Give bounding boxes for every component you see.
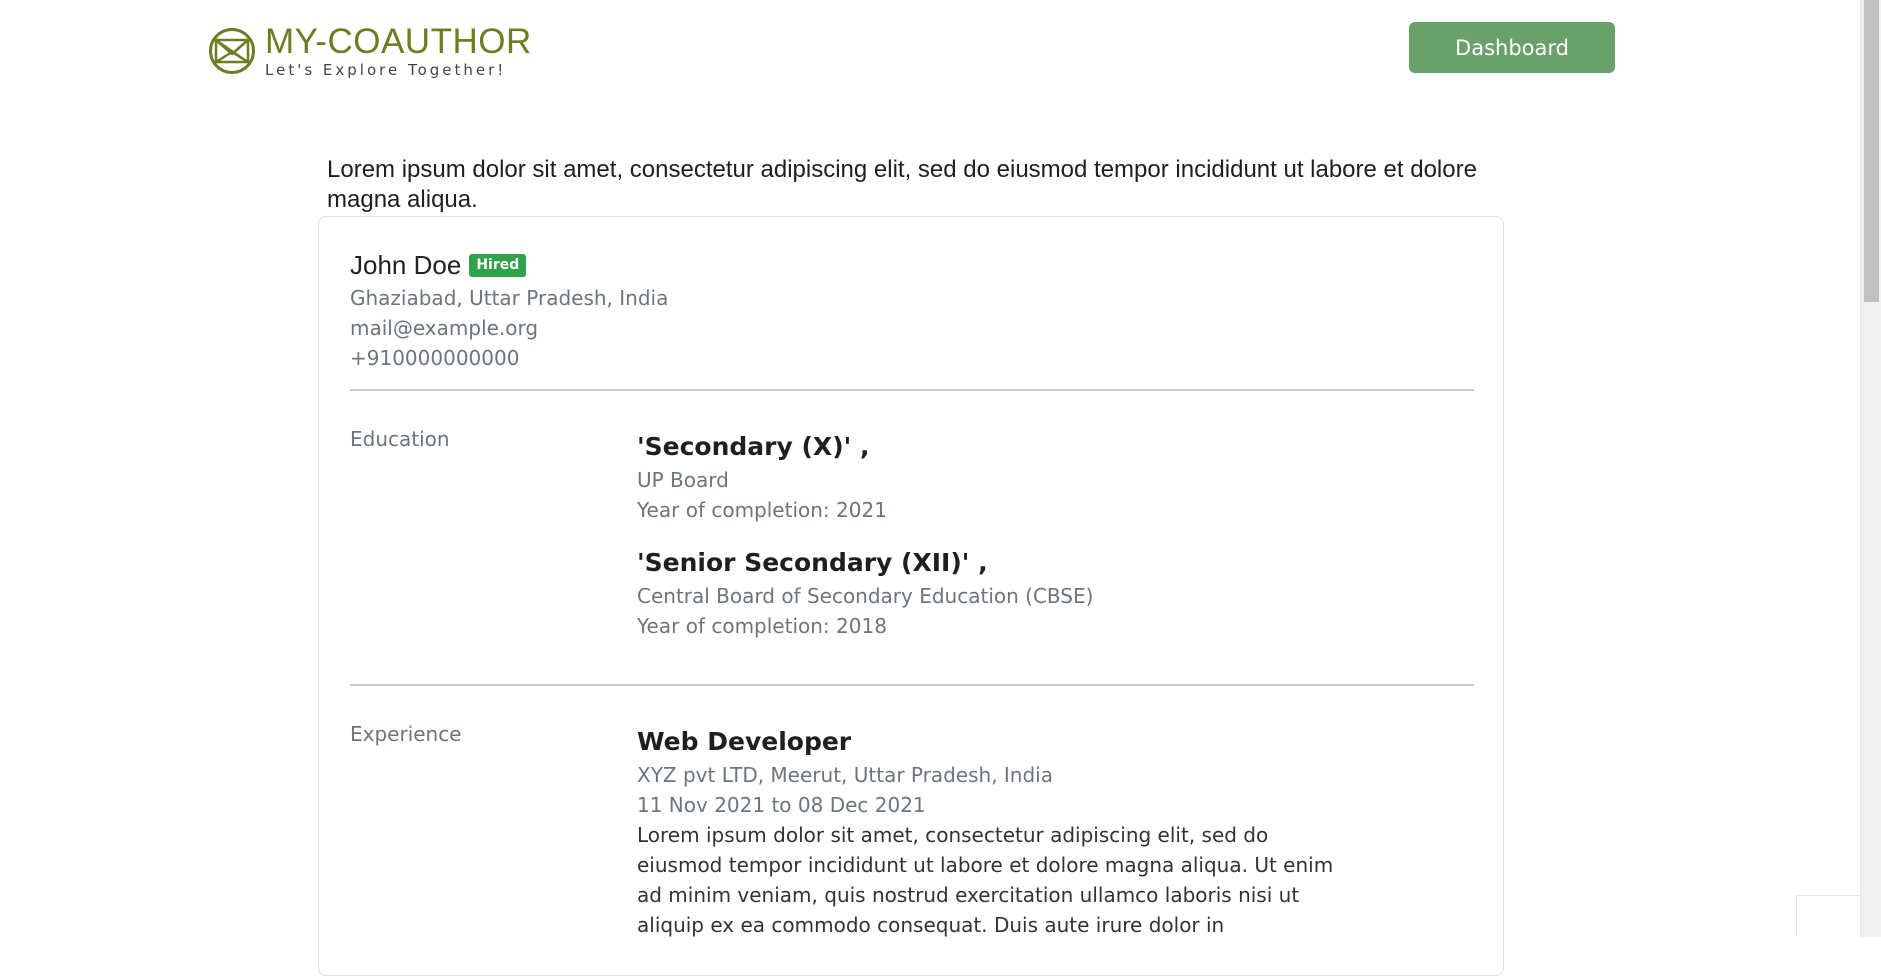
profile-location: Ghaziabad, Uttar Pradesh, India [350, 283, 668, 313]
envelope-triangle-logo-icon [207, 26, 257, 76]
profile-name-row: John Doe Hired [350, 250, 526, 281]
education-board: Central Board of Secondary Education (CB… [637, 581, 1337, 611]
intro-text: Lorem ipsum dolor sit amet, consectetur … [327, 155, 1507, 215]
section-label-experience: Experience [350, 722, 462, 746]
site-header: MY-COAUTHOR Let's Explore Together! Dash… [0, 0, 1860, 100]
brand-tagline: Let's Explore Together! [265, 63, 532, 78]
divider [350, 389, 1474, 391]
experience-company: XYZ pvt LTD, Meerut, Uttar Pradesh, Indi… [637, 760, 1337, 790]
education-entry: 'Secondary (X)' , UP Board Year of compl… [637, 432, 1337, 525]
divider [350, 684, 1474, 686]
experience-description: Lorem ipsum dolor sit amet, consectetur … [637, 820, 1337, 940]
education-title: 'Senior Secondary (XII)' , [637, 548, 1337, 577]
section-label-education: Education [350, 427, 450, 451]
brand-logo[interactable]: MY-COAUTHOR Let's Explore Together! [207, 24, 532, 78]
brand-text: MY-COAUTHOR Let's Explore Together! [265, 24, 532, 78]
education-title: 'Secondary (X)' , [637, 432, 1337, 461]
profile-contact-info: Ghaziabad, Uttar Pradesh, India mail@exa… [350, 283, 668, 373]
profile-card: John Doe Hired Ghaziabad, Uttar Pradesh,… [318, 216, 1504, 976]
education-board: UP Board [637, 465, 1337, 495]
education-year: Year of completion: 2018 [637, 611, 1337, 641]
experience-title: Web Developer [637, 727, 1337, 756]
dashboard-button[interactable]: Dashboard [1409, 22, 1615, 73]
brand-name: MY-COAUTHOR [265, 24, 532, 59]
scrollbar-thumb[interactable] [1864, 0, 1879, 302]
floating-widget[interactable] [1796, 895, 1860, 937]
experience-dates: 11 Nov 2021 to 08 Dec 2021 [637, 790, 1337, 820]
education-entry: 'Senior Secondary (XII)' , Central Board… [637, 548, 1337, 641]
profile-email[interactable]: mail@example.org [350, 313, 668, 343]
experience-entry: Web Developer XYZ pvt LTD, Meerut, Uttar… [637, 727, 1337, 940]
scrollbar[interactable] [1860, 0, 1881, 937]
profile-name: John Doe [350, 250, 461, 281]
education-year: Year of completion: 2021 [637, 495, 1337, 525]
status-badge: Hired [469, 254, 526, 277]
profile-phone[interactable]: +910000000000 [350, 343, 668, 373]
